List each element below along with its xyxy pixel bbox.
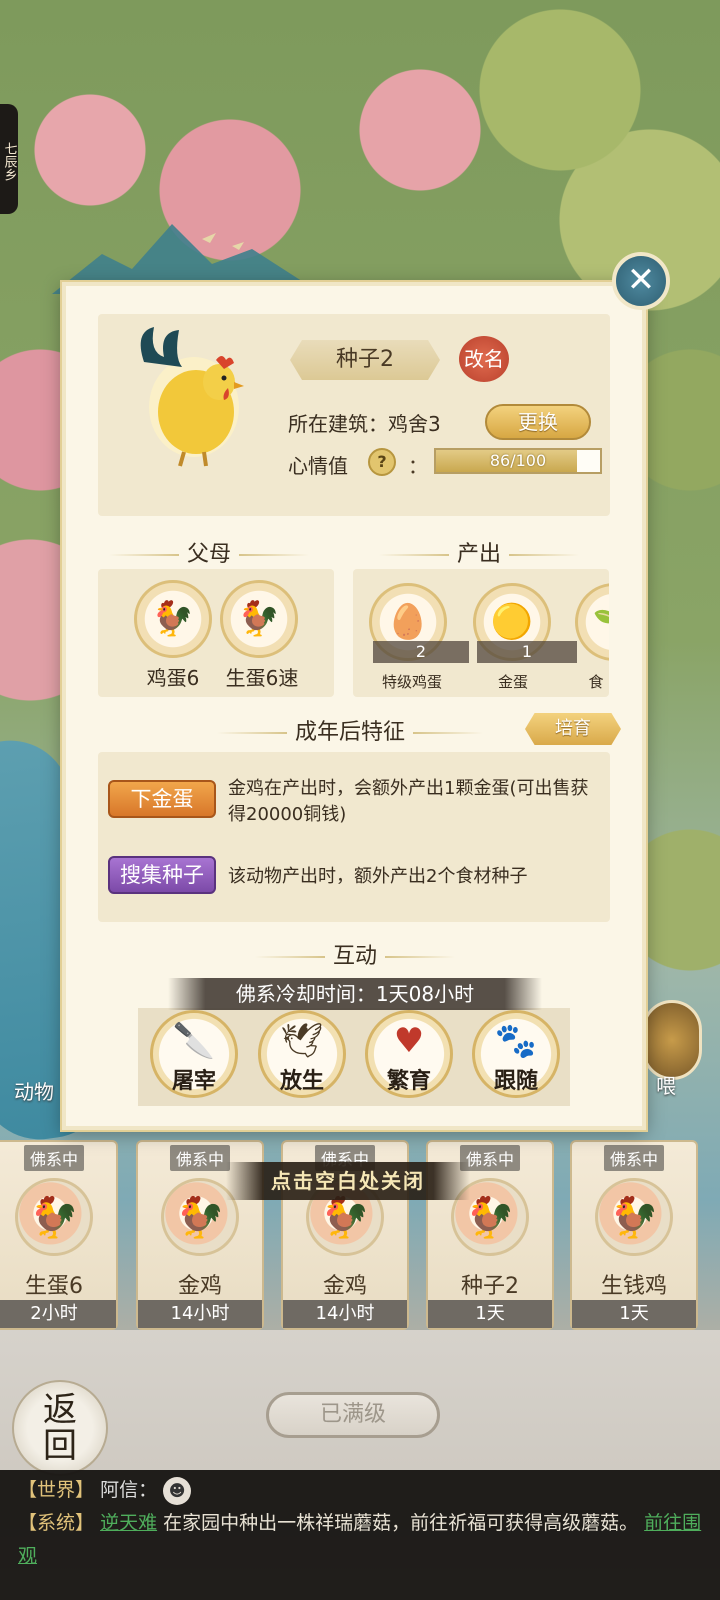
mood-bar: 86/100: [434, 448, 602, 474]
food-seed-icon[interactable]: 🌱: [575, 583, 609, 661]
rename-button[interactable]: 改名: [459, 336, 509, 382]
card-name: 金鸡: [177, 1274, 222, 1299]
location-sign: 七辰乡: [0, 104, 18, 214]
chat-line-system: 【系统】 逆天难 在家园中种出一株祥瑞蘑菇，前往祈福可获得高级蘑菇。 前往围观: [18, 1507, 702, 1573]
change-building-button[interactable]: 更换: [485, 404, 591, 440]
close-icon[interactable]: ✕: [612, 252, 670, 310]
output-name: 食: [588, 673, 604, 691]
chat-player-link[interactable]: 逆天难: [100, 1512, 157, 1534]
trait-tag-golden-egg: 下金蛋: [108, 780, 216, 818]
bird-icon: 🕊: [280, 1021, 324, 1061]
output-name: 金蛋: [497, 673, 528, 691]
card-time: 14小时: [138, 1300, 262, 1328]
output-section-title: 产出: [354, 536, 604, 568]
mood-label: 心情值: [288, 454, 348, 478]
animal-tab-label[interactable]: 动物: [14, 1076, 54, 1105]
release-button[interactable]: 🕊 放生: [258, 1010, 346, 1098]
divider-ornament: [239, 554, 309, 556]
parent-chicken-icon[interactable]: 🐓: [220, 580, 298, 658]
interact-section-title: 互动: [210, 938, 500, 970]
building-label: 所在建筑：鸡舍3: [288, 412, 441, 436]
paw-icon: 🐾: [494, 1021, 538, 1061]
feed-button[interactable]: [642, 1000, 702, 1080]
hearts-icon: ♥: [393, 1021, 425, 1061]
card-time: 2小时: [0, 1300, 116, 1328]
help-icon[interactable]: ?: [368, 448, 396, 476]
card-name: 金鸡: [322, 1274, 367, 1299]
parents-section-title: 父母: [84, 536, 334, 568]
chicken-icon: 🐓: [595, 1178, 673, 1256]
trait-description: 金鸡在产出时，会额外产出1颗金蛋(可出售获得20000铜钱): [228, 778, 589, 825]
chat-username[interactable]: 阿信：: [100, 1479, 157, 1501]
mood-value: 86/100: [489, 451, 547, 470]
chat-line-world: 【世界】 阿信： ☻: [18, 1474, 702, 1507]
card-name: 生钱鸡: [600, 1274, 667, 1299]
card-status-badge: 佛系中: [23, 1145, 85, 1171]
back-label-bottom: 回: [43, 1426, 77, 1466]
close-hint: 点击空白处关闭: [226, 1162, 470, 1200]
card-time: 1天: [428, 1300, 552, 1328]
chicken-icon: 🐓: [15, 1178, 93, 1256]
slaughter-button[interactable]: 🔪 屠宰: [150, 1010, 238, 1098]
animal-card[interactable]: 佛系中 🐓 生蛋6 2小时: [0, 1140, 118, 1330]
emoji-face-icon: ☻: [163, 1476, 192, 1505]
card-status-badge: 佛系中: [603, 1145, 665, 1171]
card-time: 14小时: [283, 1300, 407, 1328]
animal-card[interactable]: 佛系中 🐓 生钱鸡 1天: [570, 1140, 698, 1330]
divider-ornament: [378, 554, 449, 556]
back-label-top: 返: [43, 1390, 77, 1430]
card-time: 1天: [572, 1300, 696, 1328]
breed-label: 繁育: [386, 1068, 431, 1094]
traits-section-title: 成年后特征: [150, 714, 550, 746]
chicken-portrait-icon: [140, 327, 244, 467]
divider-ornament: [254, 956, 325, 958]
feed-label: 喂: [656, 1074, 676, 1098]
slaughter-label: 屠宰: [171, 1068, 216, 1094]
parent-name: 鸡蛋6: [146, 666, 200, 690]
mood-colon: ：: [408, 454, 428, 478]
breed-button[interactable]: ♥ 繁育: [365, 1010, 453, 1098]
divider-ornament: [108, 554, 179, 556]
divider-ornament: [509, 554, 579, 556]
follow-button[interactable]: 🐾 跟随: [472, 1010, 560, 1098]
divider-ornament: [216, 732, 287, 734]
card-name: 生蛋6: [25, 1274, 83, 1299]
trait-tag-collect-seeds: 搜集种子: [108, 856, 216, 894]
release-label: 放生: [279, 1068, 324, 1094]
cooldown-banner: 佛系冷却时间：1天08小时: [168, 978, 542, 1010]
cleaver-icon: 🔪: [172, 1021, 216, 1061]
chat-panel[interactable]: 【世界】 阿信： ☻ 【系统】 逆天难 在家园中种出一株祥瑞蘑菇，前往祈福可获得…: [0, 1470, 720, 1600]
output-panel: 🥚 2 特级鸡蛋 🟡 1 金蛋 🌱 食: [353, 569, 609, 697]
cultivate-button[interactable]: 培育: [525, 713, 621, 745]
output-count: 2: [373, 641, 469, 663]
parent-chicken-icon[interactable]: 🐓: [134, 580, 212, 658]
divider-ornament: [385, 956, 455, 958]
back-button[interactable]: 返 回: [12, 1380, 108, 1476]
output-name: 特级鸡蛋: [381, 673, 442, 691]
world-channel-tag: 【世界】: [18, 1479, 95, 1501]
card-name: 种子2: [461, 1274, 519, 1299]
system-message: 在家园中种出一株祥瑞蘑菇，前往祈福可获得高级蘑菇。: [157, 1512, 639, 1534]
maxed-level-button[interactable]: 已满级: [266, 1392, 440, 1438]
card-status-badge: 佛系中: [169, 1145, 231, 1171]
parent-name: 生蛋6速: [225, 666, 299, 690]
animal-name: 种子2: [290, 340, 440, 380]
output-count: 1: [477, 641, 577, 663]
follow-label: 跟随: [493, 1068, 538, 1094]
system-channel-tag: 【系统】: [18, 1512, 95, 1534]
divider-ornament: [413, 732, 483, 734]
trait-description: 该动物产出时，额外产出2个食材种子: [228, 866, 528, 887]
